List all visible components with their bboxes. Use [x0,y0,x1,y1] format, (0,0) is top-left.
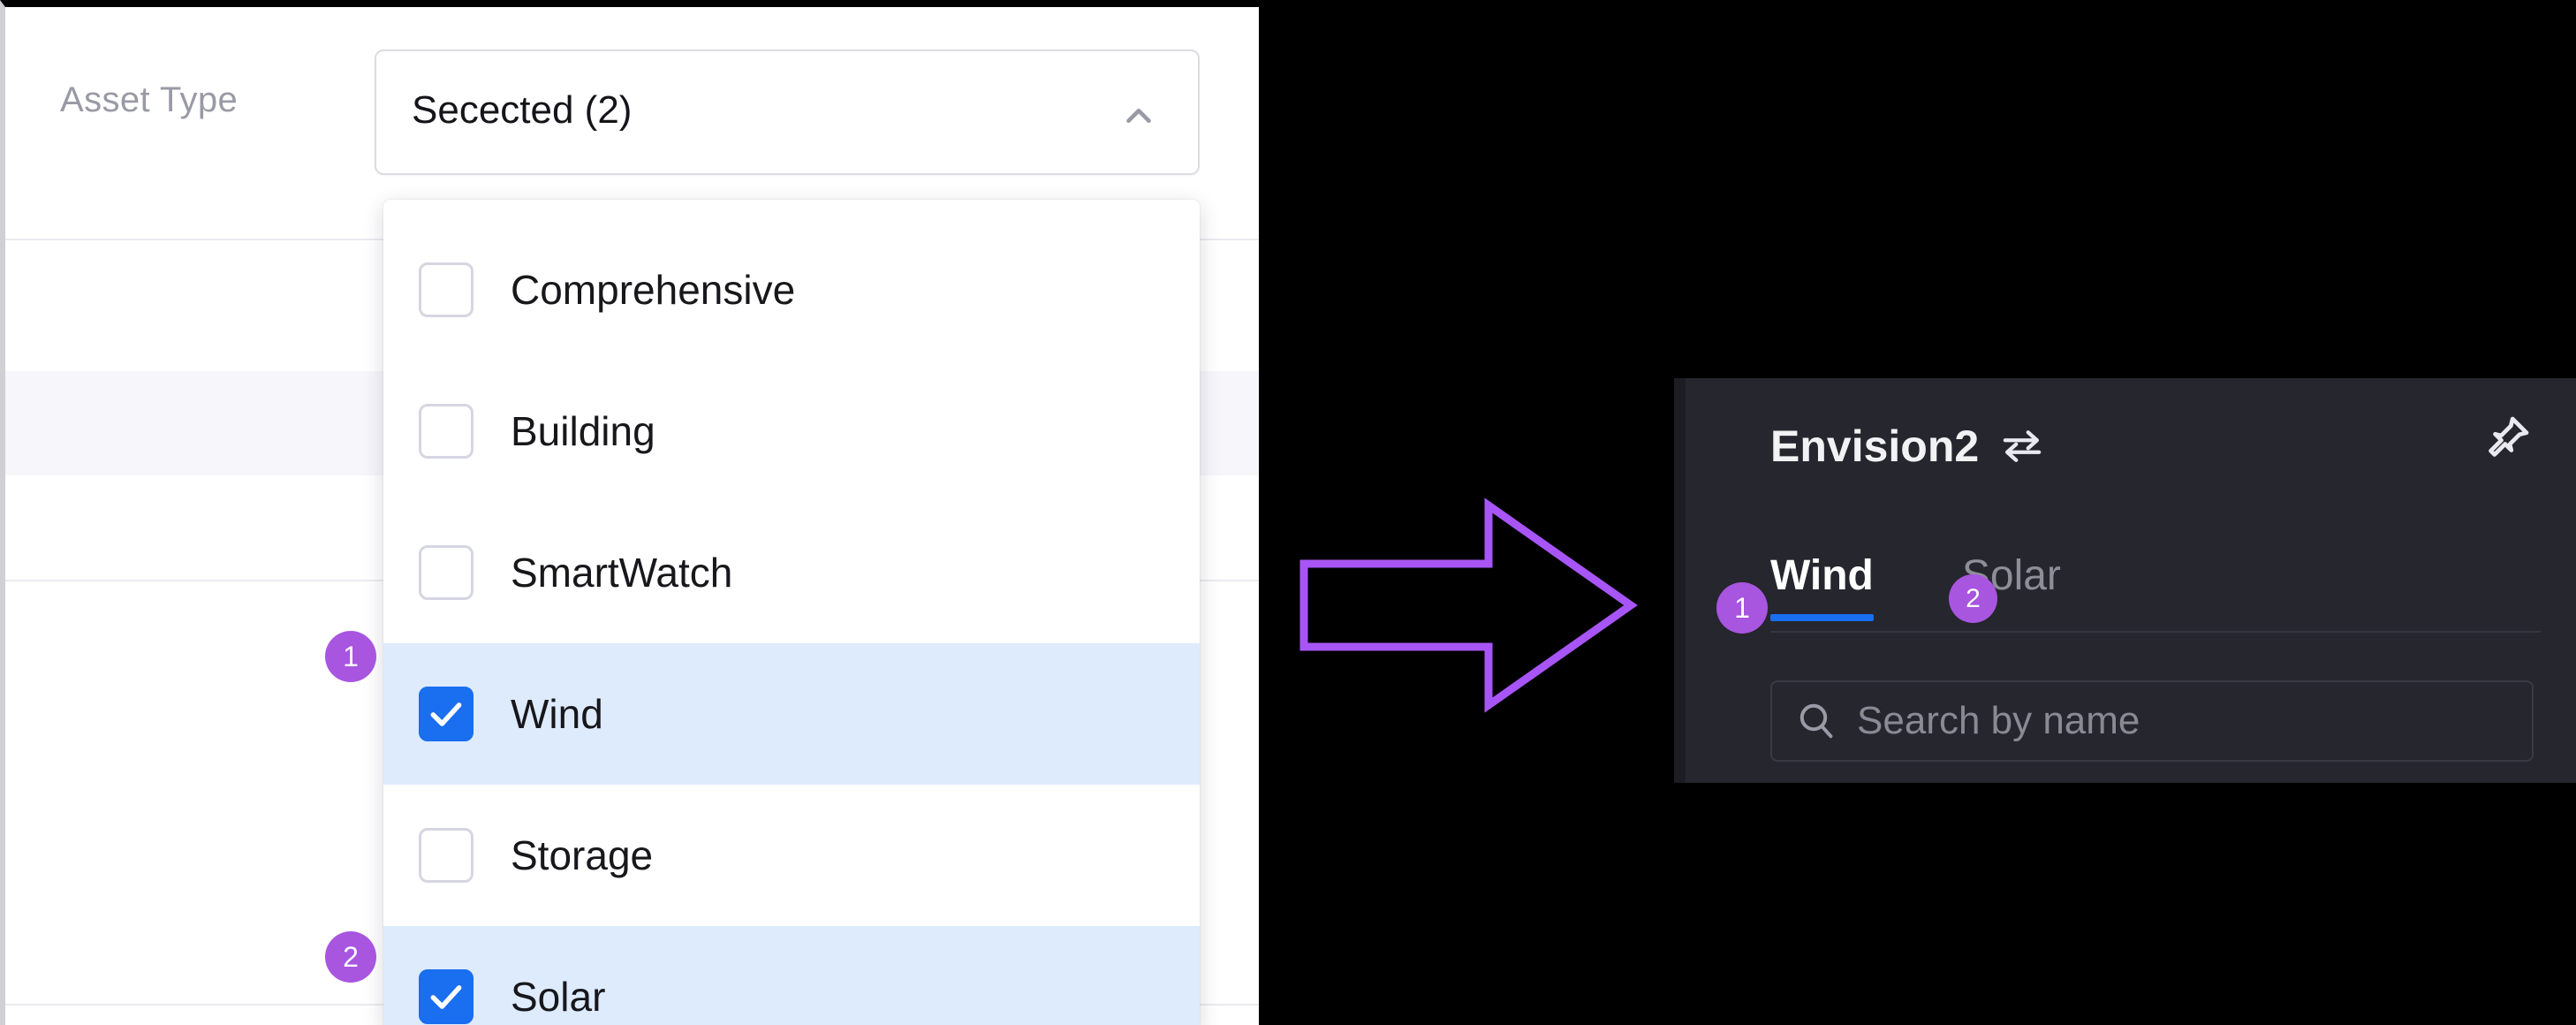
asset-type-select-value: Secected (2) [412,88,633,132]
asset-type-select[interactable]: Secected (2) [375,49,1200,175]
step-badge-2: 2 [325,931,376,983]
checkbox-checked-icon[interactable] [419,687,474,741]
checkbox-unchecked-icon[interactable] [419,262,474,317]
panel-title: Envision2 [1770,421,1980,471]
chevron-up-icon[interactable] [1118,95,1159,136]
checkbox-unchecked-icon[interactable] [419,828,474,883]
search-icon [1795,700,1837,742]
panel-tabs: Wind Solar [1770,551,2541,633]
step-badge-panel-2: 2 [1949,574,1997,623]
step-badge-1: 1 [325,631,376,682]
dropdown-option-label: Building [511,408,655,454]
pushpin-icon[interactable] [2481,412,2534,465]
dropdown-option-wind[interactable]: Wind [383,643,1200,785]
search-input-placeholder: Search by name [1857,699,2140,742]
search-input[interactable]: Search by name [1770,680,2534,762]
dropdown-option-solar[interactable]: Solar [383,926,1200,1025]
dropdown-option-smartwatch[interactable]: SmartWatch [383,502,1200,643]
checkbox-unchecked-icon[interactable] [419,404,474,459]
filter-screenshot-region: Asset Type Secected (2) Comprehensive Bu… [0,0,1259,1025]
checkbox-checked-icon[interactable] [419,969,474,1024]
dropdown-option-building[interactable]: Building [383,361,1200,502]
dropdown-option-label: Comprehensive [511,267,796,313]
right-arrow-outline-icon [1290,495,1643,716]
screenshot-root: Asset Type Secected (2) Comprehensive Bu… [0,0,2576,1025]
dropdown-option-label: Storage [511,832,654,878]
dropdown-option-comprehensive[interactable]: Comprehensive [383,219,1200,361]
asset-type-label: Asset Type [60,80,239,119]
dropdown-option-label: Wind [511,691,603,737]
tab-wind[interactable]: Wind [1770,551,1874,621]
asset-type-dropdown[interactable]: Comprehensive Building SmartWatch Wind S… [383,200,1200,1025]
checkbox-unchecked-icon[interactable] [419,545,474,600]
swap-horizontal-icon[interactable] [1998,422,2046,470]
envision-side-panel: Envision2 Wind Solar Search by name [1674,378,2576,783]
panel-header: Envision2 [1770,415,2541,477]
dropdown-option-storage[interactable]: Storage [383,785,1200,926]
dropdown-option-label: SmartWatch [511,550,733,596]
step-badge-panel-1: 1 [1716,582,1768,634]
dropdown-option-label: Solar [511,974,606,1020]
